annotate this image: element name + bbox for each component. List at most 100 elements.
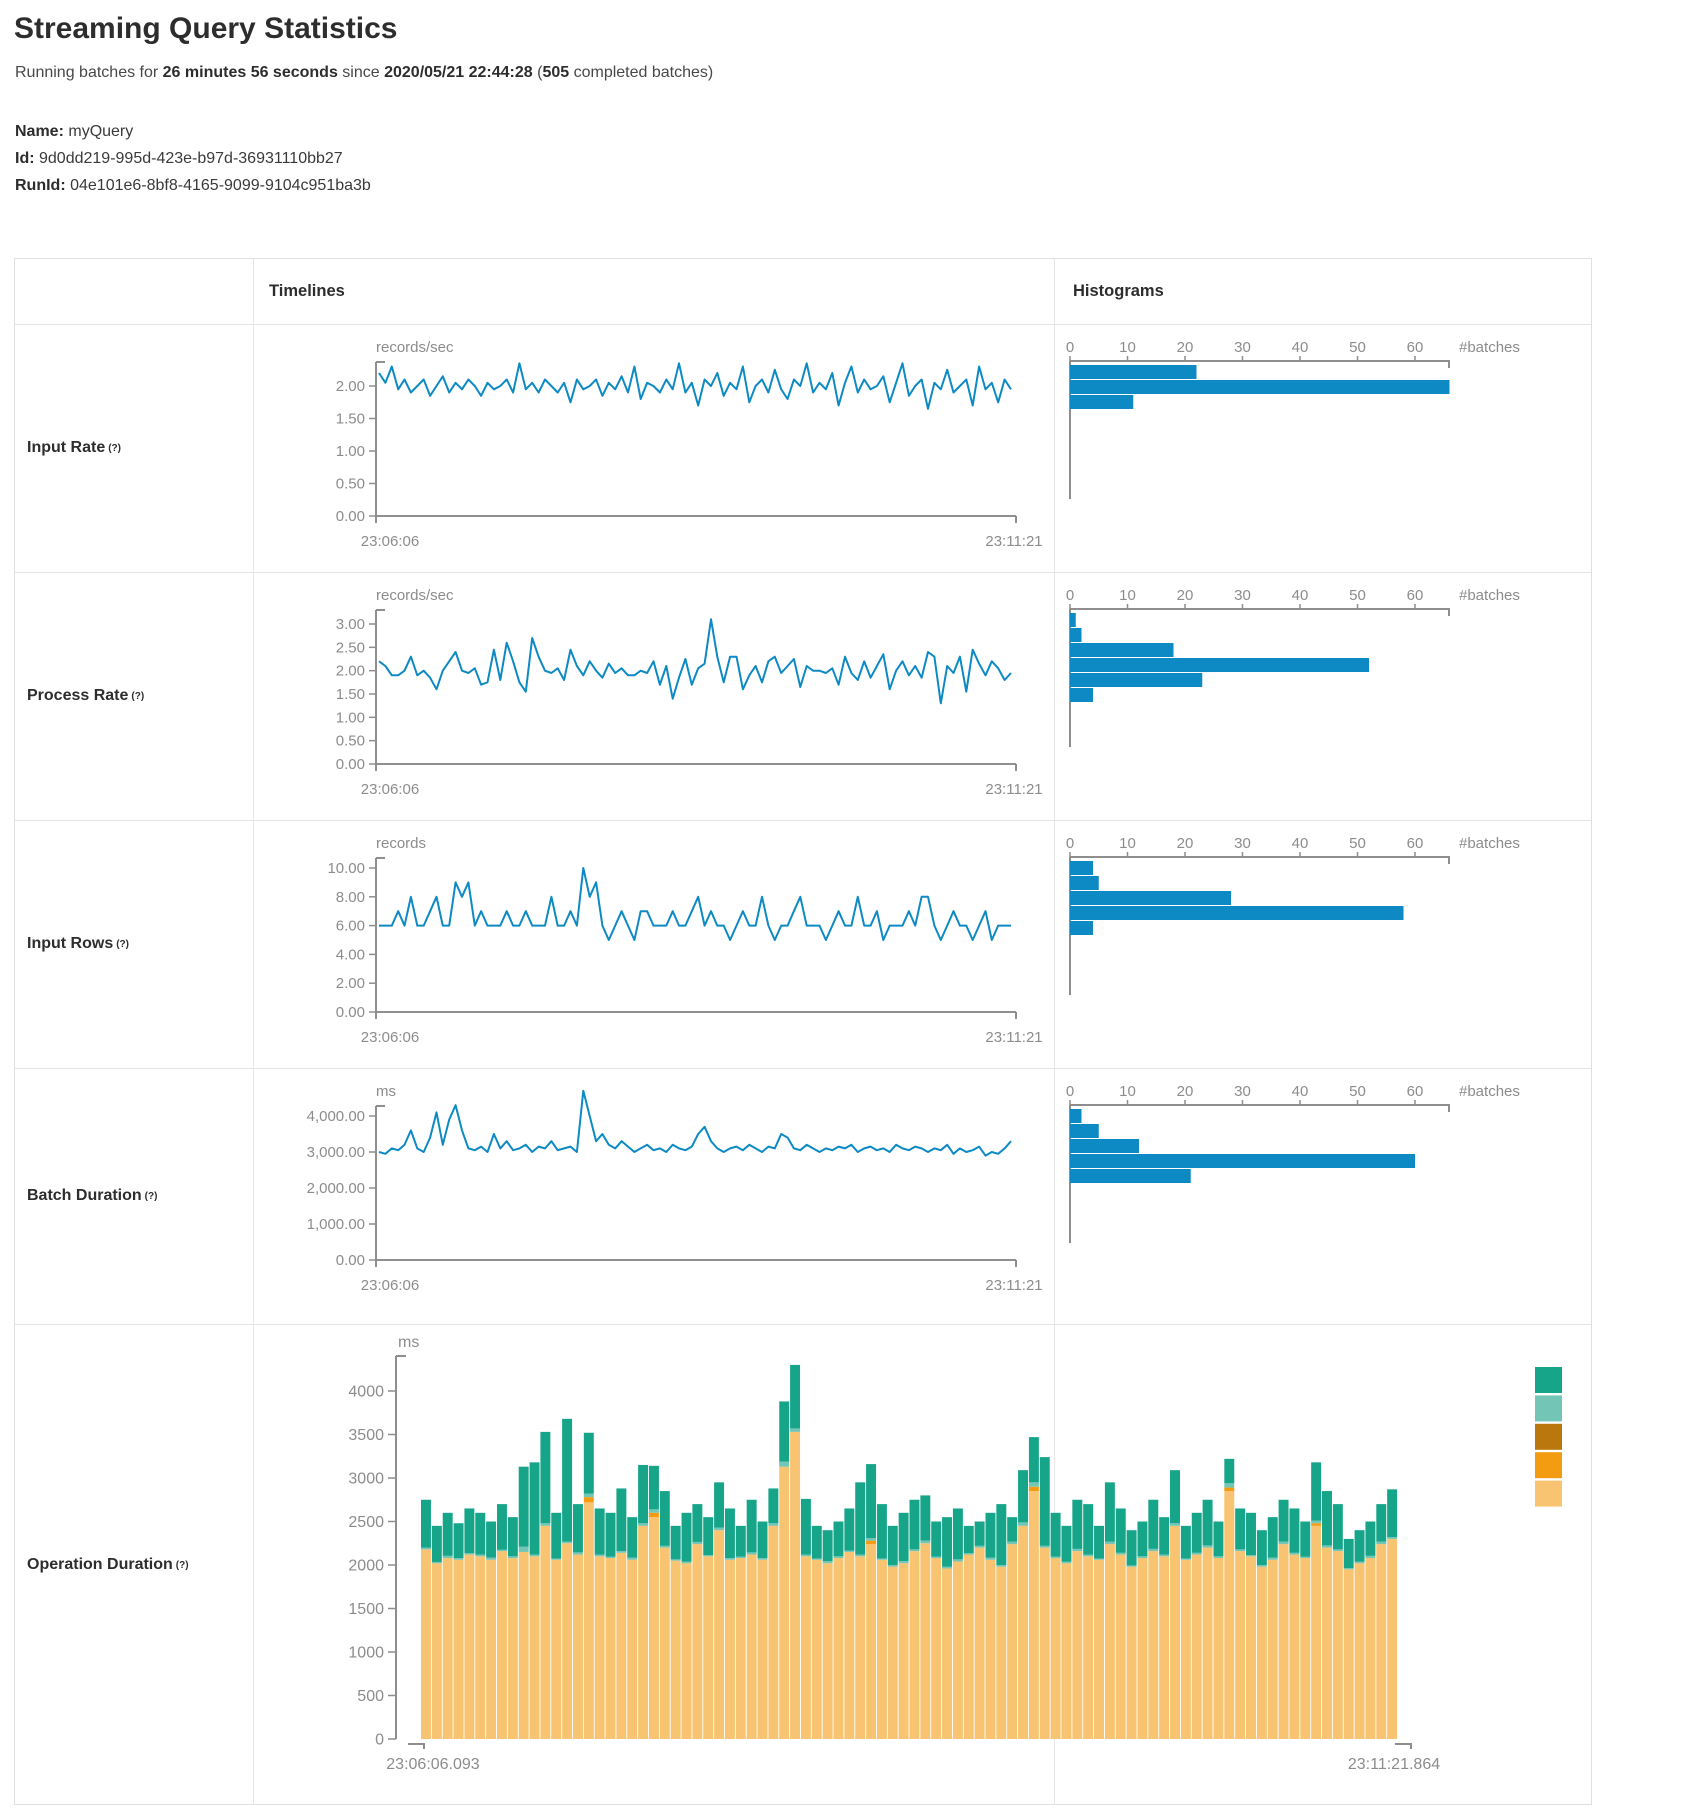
svg-text:ms: ms [376, 1083, 396, 1100]
svg-text:50: 50 [1349, 1083, 1366, 1100]
svg-text:3,000.00: 3,000.00 [307, 1144, 365, 1161]
svg-text:10: 10 [1119, 587, 1136, 604]
svg-text:40: 40 [1292, 587, 1309, 604]
svg-text:10: 10 [1119, 1083, 1136, 1100]
query-id-line: Id: 9d0dd219-995d-423e-b97d-36931110bb27 [15, 145, 371, 172]
legend-swatch-0 [1535, 1367, 1562, 1393]
legend-swatch-2 [1535, 1424, 1562, 1450]
streaming-query-statistics-page: { "page": { "title": "Streaming Query St… [0, 0, 1693, 1820]
svg-text:60: 60 [1407, 339, 1424, 356]
svg-text:60: 60 [1407, 587, 1424, 604]
svg-text:23:11:21: 23:11:21 [985, 533, 1042, 550]
completed-batches-count: 505 [542, 64, 569, 81]
svg-text:23:06:06: 23:06:06 [361, 781, 419, 798]
svg-text:50: 50 [1349, 339, 1366, 356]
svg-text:0: 0 [1066, 1083, 1074, 1100]
svg-text:23:11:21: 23:11:21 [985, 1029, 1042, 1046]
query-id-value: 9d0dd219-995d-423e-b97d-36931110bb27 [39, 150, 343, 167]
start-timestamp: 2020/05/21 22:44:28 [384, 64, 533, 81]
process-rate-timeline-chart: records/sec3.002.502.001.501.000.500.002… [253, 572, 1054, 820]
metric-name: Batch Duration [27, 1187, 142, 1205]
svg-text:23:11:21: 23:11:21 [985, 781, 1042, 798]
query-name-line: Name: myQuery [15, 118, 371, 145]
input-rows-help-icon[interactable]: (?) [116, 939, 129, 950]
svg-text:#batches: #batches [1459, 339, 1520, 356]
batch-duration-timeline-chart: ms4,000.003,000.002,000.001,000.000.0023… [253, 1068, 1054, 1324]
row-label-input-rows: Input Rows(?) [15, 820, 253, 1068]
query-runid-value: 04e101e6-8bf8-4165-9099-9104c951ba3b [70, 177, 371, 194]
svg-text:2.00: 2.00 [336, 378, 365, 395]
svg-text:60: 60 [1407, 1083, 1424, 1100]
svg-text:6.00: 6.00 [336, 918, 365, 935]
svg-text:records/sec: records/sec [376, 587, 454, 604]
svg-text:40: 40 [1292, 835, 1309, 852]
input-rate-timeline-chart: records/sec2.001.501.000.500.0023:06:062… [253, 324, 1054, 572]
svg-text:8.00: 8.00 [336, 889, 365, 906]
svg-text:20: 20 [1177, 587, 1194, 604]
svg-text:0: 0 [375, 1732, 384, 1749]
svg-text:23:11:21.864: 23:11:21.864 [1348, 1756, 1440, 1773]
svg-text:2.00: 2.00 [336, 663, 365, 680]
svg-text:records/sec: records/sec [376, 339, 454, 356]
row-label-input-rate: Input Rate(?) [15, 324, 253, 572]
svg-text:0: 0 [1066, 339, 1074, 356]
subtitle-since: since [338, 64, 384, 81]
svg-text:500: 500 [357, 1688, 384, 1705]
svg-text:30: 30 [1234, 587, 1251, 604]
query-metadata: Name: myQuery Id: 9d0dd219-995d-423e-b97… [15, 118, 371, 199]
svg-text:10: 10 [1119, 835, 1136, 852]
svg-text:1.00: 1.00 [336, 443, 365, 460]
svg-text:10.00: 10.00 [327, 860, 365, 877]
svg-text:4,000.00: 4,000.00 [307, 1108, 365, 1125]
svg-text:2.00: 2.00 [336, 975, 365, 992]
process-rate-histogram-chart: 0102030405060#batches [1054, 572, 1593, 820]
legend-swatch-4 [1535, 1481, 1562, 1507]
svg-text:23:11:21: 23:11:21 [985, 1277, 1042, 1294]
operation-duration-help-icon[interactable]: (?) [176, 1560, 189, 1571]
svg-text:30: 30 [1234, 1083, 1251, 1100]
svg-text:10: 10 [1119, 339, 1136, 356]
svg-text:2.50: 2.50 [336, 639, 365, 656]
histograms-column-header: Histograms [1073, 259, 1164, 324]
input-rate-histogram-chart: 0102030405060#batches [1054, 324, 1593, 572]
svg-text:20: 20 [1177, 1083, 1194, 1100]
running-batches-summary: Running batches for 26 minutes 56 second… [15, 64, 713, 82]
svg-text:1500: 1500 [348, 1601, 384, 1618]
svg-text:0: 0 [1066, 587, 1074, 604]
svg-text:records: records [376, 835, 426, 852]
svg-text:20: 20 [1177, 835, 1194, 852]
legend-swatch-1 [1535, 1395, 1562, 1421]
input-rate-help-icon[interactable]: (?) [108, 443, 121, 454]
svg-text:ms: ms [398, 1334, 419, 1351]
svg-text:0.00: 0.00 [336, 1252, 365, 1269]
process-rate-help-icon[interactable]: (?) [131, 691, 144, 702]
svg-text:2,000.00: 2,000.00 [307, 1180, 365, 1197]
svg-text:3500: 3500 [348, 1427, 384, 1444]
batch-duration-histogram-chart: 0102030405060#batches [1054, 1068, 1593, 1324]
svg-text:23:06:06: 23:06:06 [361, 1277, 419, 1294]
legend-swatch-3 [1535, 1452, 1562, 1478]
subtitle-paren-close: completed batches) [569, 64, 713, 81]
svg-text:20: 20 [1177, 339, 1194, 356]
batch-duration-help-icon[interactable]: (?) [145, 1191, 158, 1202]
metric-name: Input Rows [27, 935, 113, 953]
id-label: Id: [15, 150, 35, 167]
metric-name: Input Rate [27, 439, 105, 457]
svg-text:23:06:06: 23:06:06 [361, 533, 419, 550]
svg-text:3.00: 3.00 [336, 616, 365, 633]
statistics-table: TimelinesHistogramsInput Rate(?)Process … [14, 258, 1592, 1805]
svg-text:23:06:06.093: 23:06:06.093 [386, 1756, 480, 1773]
timelines-column-header: Timelines [269, 259, 345, 324]
svg-text:2500: 2500 [348, 1514, 384, 1531]
svg-text:1.00: 1.00 [336, 709, 365, 726]
svg-text:0.50: 0.50 [336, 476, 365, 493]
svg-text:40: 40 [1292, 1083, 1309, 1100]
query-name-value: myQuery [68, 123, 133, 140]
row-label-operation-duration: Operation Duration(?) [15, 1324, 253, 1806]
svg-text:30: 30 [1234, 339, 1251, 356]
svg-text:#batches: #batches [1459, 587, 1520, 604]
svg-text:0: 0 [1066, 835, 1074, 852]
svg-text:0.00: 0.00 [336, 508, 365, 525]
svg-text:1000: 1000 [348, 1645, 384, 1662]
input-rows-histogram-chart: 0102030405060#batches [1054, 820, 1593, 1068]
